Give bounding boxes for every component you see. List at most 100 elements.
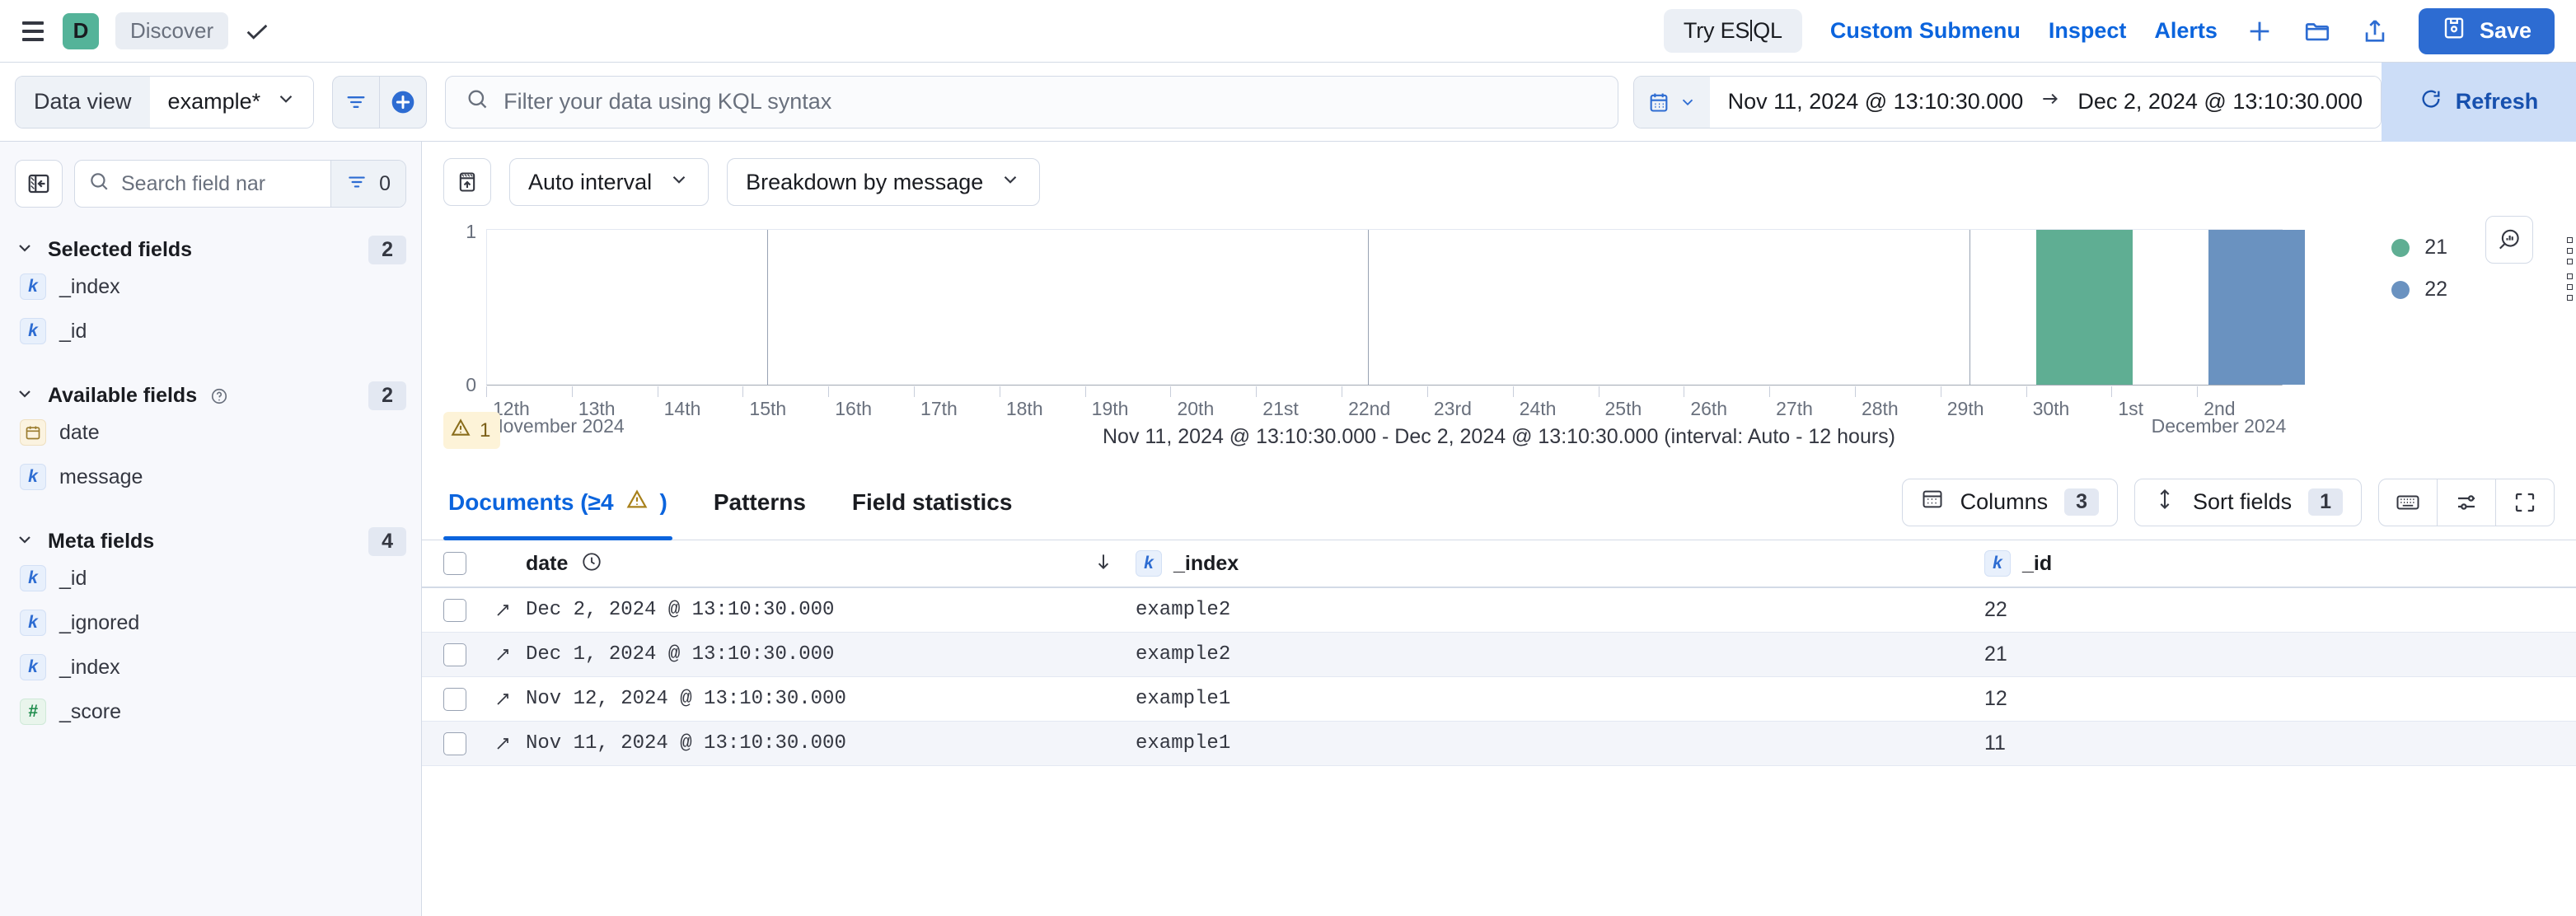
expand-row-icon[interactable]	[493, 645, 526, 665]
cell-index: example1	[1136, 732, 1231, 755]
hamburger-icon[interactable]	[15, 13, 51, 49]
chart-x-tick-mark	[571, 386, 573, 397]
select-all-checkbox[interactable]	[443, 552, 466, 575]
cell-date: Dec 2, 2024 @ 13:10:30.000	[526, 599, 835, 621]
sidebar-field-meta-index[interactable]: k _index	[15, 645, 406, 689]
chart-x-tick-mark	[1512, 386, 1514, 397]
row-checkbox[interactable]	[443, 598, 466, 622]
save-disk-icon	[2442, 16, 2466, 46]
cell-date: Dec 1, 2024 @ 13:10:30.000	[526, 643, 835, 666]
search-input[interactable]: Filter your data using KQL syntax	[445, 75, 1618, 129]
breadcrumb[interactable]: Discover	[115, 12, 229, 49]
collapse-chart-icon[interactable]	[443, 158, 491, 206]
table-header-index[interactable]: k _index	[1136, 550, 1984, 577]
keyword-field-icon: k	[20, 654, 46, 680]
table-header-id[interactable]: k _id	[1984, 550, 2576, 577]
time-range-value[interactable]: Nov 11, 2024 @ 13:10:30.000 Dec 2, 2024 …	[1709, 76, 2381, 128]
data-view-value[interactable]: example*	[149, 76, 314, 128]
field-search-input[interactable]: Search field nar	[75, 171, 330, 198]
sort-fields-count: 1	[2308, 488, 2343, 516]
chart-bar-21[interactable]	[2035, 230, 2133, 385]
display-options-icon[interactable]	[2438, 479, 2495, 526]
time-range-end[interactable]: Dec 2, 2024 @ 13:10:30.000	[2077, 89, 2363, 114]
fullscreen-icon[interactable]	[2496, 479, 2554, 526]
collapse-panel-icon[interactable]	[15, 160, 63, 208]
sidebar-section-selected-fields[interactable]: Selected fields 2	[15, 236, 406, 264]
help-circle-icon[interactable]	[210, 387, 228, 405]
chart-plot-area[interactable]	[486, 229, 2306, 386]
legend-actions-icon[interactable]	[2567, 273, 2573, 301]
add-filter-icon[interactable]	[380, 77, 426, 128]
chart-bar-22[interactable]	[2208, 230, 2306, 385]
nav-link-inspect[interactable]: Inspect	[2049, 18, 2127, 44]
columns-count: 3	[2064, 488, 2100, 516]
table-row[interactable]: Dec 1, 2024 @ 13:10:30.000 example2 21	[422, 633, 2576, 677]
section-count: 4	[368, 527, 406, 556]
field-name: _ignored	[59, 610, 140, 634]
legend-item-21[interactable]: 21	[2391, 236, 2573, 264]
table-row[interactable]: Nov 11, 2024 @ 13:10:30.000 example1 11	[422, 722, 2576, 766]
keyboard-shortcuts-icon[interactable]	[2379, 479, 2437, 526]
share-icon[interactable]	[2359, 16, 2391, 47]
sidebar-field-index-selected[interactable]: k _index	[15, 264, 406, 309]
tab-patterns[interactable]: Patterns	[709, 465, 811, 540]
legend-actions-icon[interactable]	[2567, 237, 2573, 264]
save-button[interactable]: Save	[2418, 7, 2555, 54]
data-view-picker[interactable]: Data view example*	[15, 75, 315, 129]
plus-icon[interactable]	[2244, 16, 2275, 47]
chart-x-tick-label: 24th	[1519, 398, 1557, 419]
tab-documents[interactable]: Documents (≥4 )	[443, 465, 672, 540]
sidebar-field-message[interactable]: k message	[15, 455, 406, 499]
field-filter-button[interactable]: 0	[330, 161, 405, 207]
breakdown-picker[interactable]: Breakdown by message	[727, 158, 1041, 206]
refresh-button[interactable]: Refresh	[2382, 62, 2576, 142]
time-range-start[interactable]: Nov 11, 2024 @ 13:10:30.000	[1728, 89, 2024, 114]
columns-label: Columns	[1960, 489, 2049, 514]
nav-link-alerts[interactable]: Alerts	[2154, 18, 2218, 44]
sidebar-field-id-selected[interactable]: k _id	[15, 309, 406, 353]
table-display-controls	[2378, 478, 2555, 526]
field-search-box[interactable]: Search field nar 0	[74, 160, 406, 208]
chart-toolbar: Auto interval Breakdown by message	[422, 142, 2576, 206]
sidebar-field-date[interactable]: date	[15, 410, 406, 455]
chart-gridline	[1969, 230, 1971, 385]
sidebar-section-available-fields[interactable]: Available fields 2	[15, 381, 406, 410]
field-name: _id	[59, 566, 87, 590]
chart-x-tick-label: 30th	[2032, 398, 2070, 419]
interval-picker[interactable]: Auto interval	[509, 158, 710, 206]
sidebar-section-meta-fields[interactable]: Meta fields 4	[15, 527, 406, 556]
field-name: _score	[59, 699, 122, 723]
chart-inspect-icon[interactable]	[2485, 216, 2533, 264]
expand-row-icon[interactable]	[493, 734, 526, 754]
sidebar-field-meta-id[interactable]: k _id	[15, 556, 406, 601]
keyword-field-icon: k	[1136, 550, 1162, 577]
expand-row-icon[interactable]	[493, 689, 526, 709]
chart-x-tick-mark	[742, 386, 744, 397]
nav-link-custom-submenu[interactable]: Custom Submenu	[1830, 18, 2021, 44]
legend-item-22[interactable]: 22	[2391, 273, 2573, 301]
sidebar-field-meta-score[interactable]: # _score	[15, 689, 406, 734]
sort-fields-button[interactable]: Sort fields 1	[2134, 478, 2362, 526]
warning-triangle-icon[interactable]	[625, 488, 649, 516]
row-checkbox[interactable]	[443, 687, 466, 711]
chart-x-tick-mark	[1170, 386, 1172, 397]
folder-open-icon[interactable]	[2302, 16, 2333, 47]
filter-icon[interactable]	[333, 77, 379, 128]
row-checkbox[interactable]	[443, 643, 466, 666]
time-range-picker[interactable]: Nov 11, 2024 @ 13:10:30.000 Dec 2, 2024 …	[1632, 75, 2382, 129]
calendar-icon[interactable]	[1633, 76, 1710, 128]
try-esql-button[interactable]: Try ES QL	[1663, 9, 1802, 53]
table-row[interactable]: Dec 2, 2024 @ 13:10:30.000 example2 22	[422, 588, 2576, 633]
columns-button[interactable]: Columns 3	[1901, 478, 2119, 526]
chevron-down-icon	[15, 530, 35, 554]
sidebar-field-meta-ignored[interactable]: k _ignored	[15, 601, 406, 645]
arrow-down-icon[interactable]	[1093, 551, 1114, 577]
table-row[interactable]: Nov 12, 2024 @ 13:10:30.000 example1 12	[422, 677, 2576, 722]
row-checkbox[interactable]	[443, 731, 466, 755]
table-header-date[interactable]: date	[526, 551, 1136, 577]
check-icon[interactable]	[243, 17, 271, 45]
cell-index: example1	[1136, 688, 1231, 710]
tab-field-statistics[interactable]: Field statistics	[847, 465, 1018, 540]
save-button-label: Save	[2479, 18, 2532, 43]
expand-row-icon[interactable]	[493, 601, 526, 620]
